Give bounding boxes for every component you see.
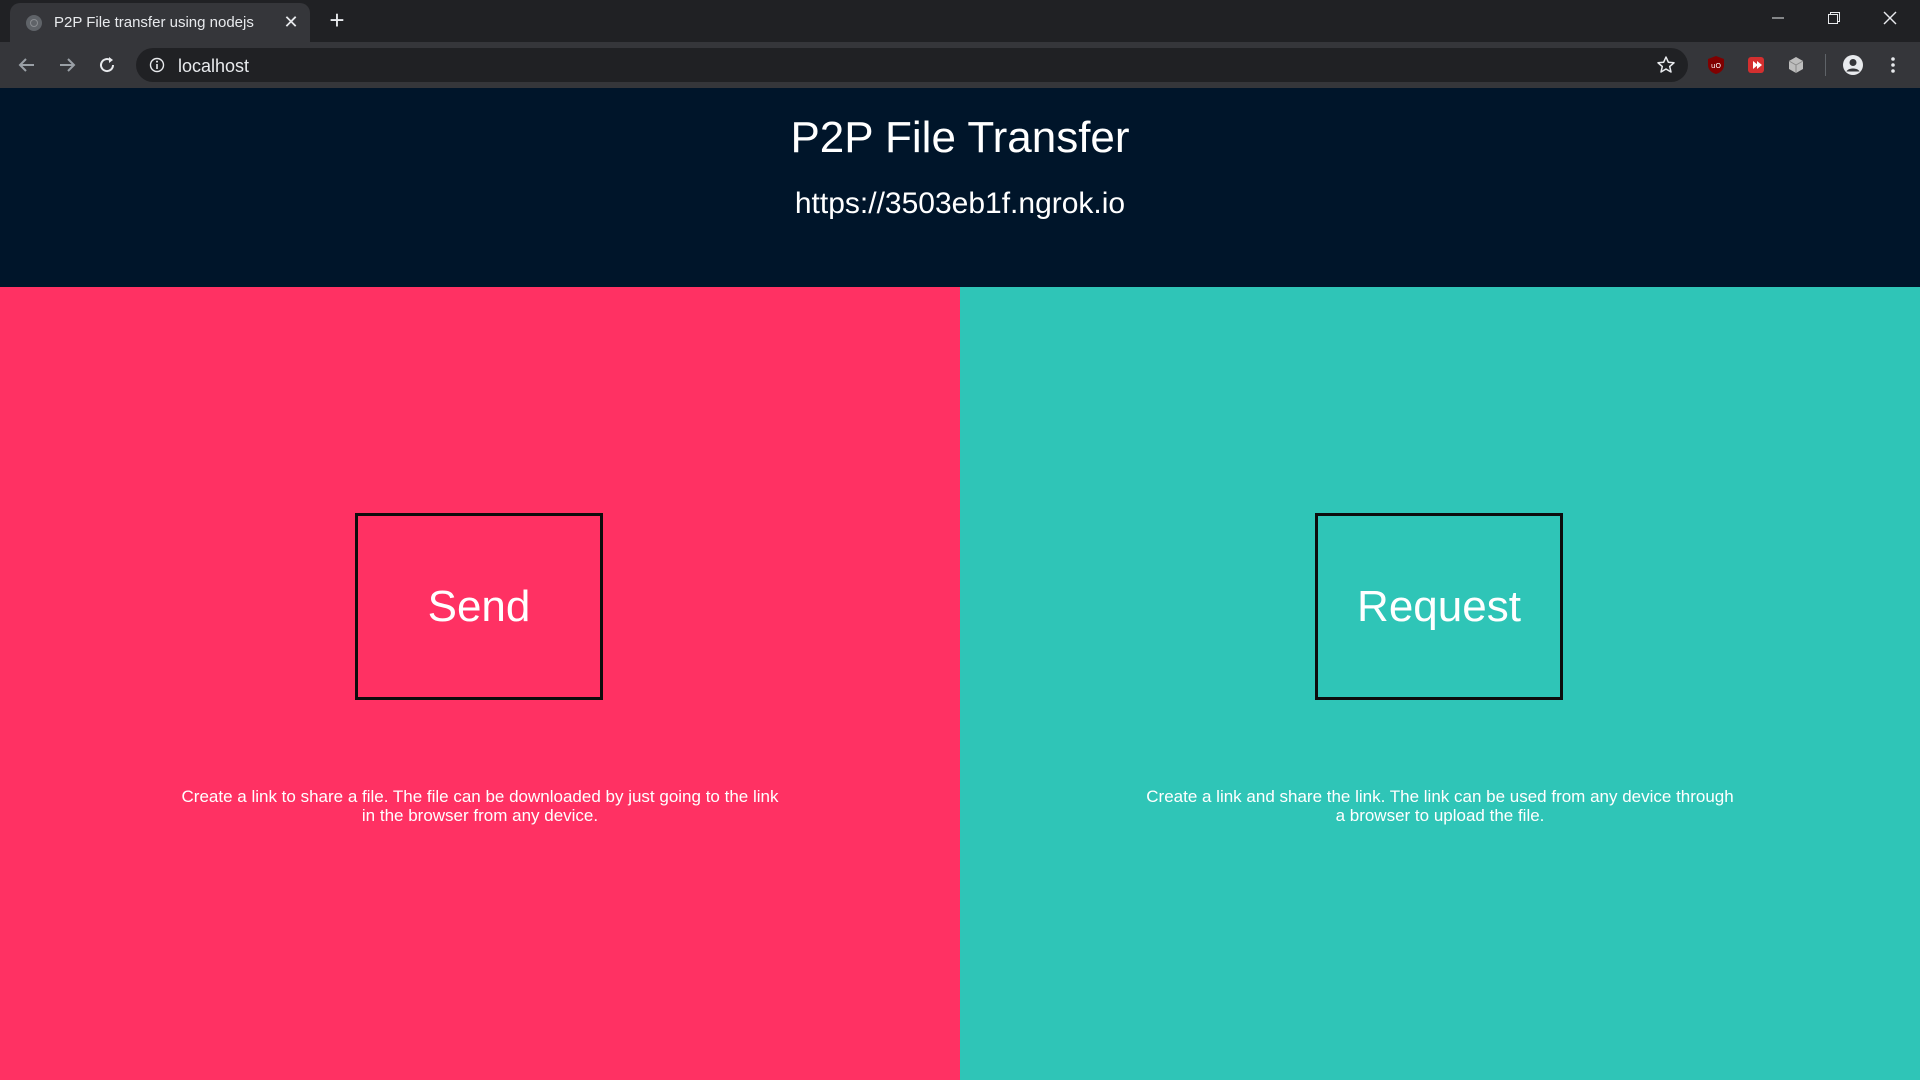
send-panel: Send Create a link to share a file. The … (0, 287, 960, 1080)
cube-extension-icon[interactable] (1785, 54, 1807, 76)
browser-tab[interactable]: P2P File transfer using nodejs ✕ (10, 3, 310, 42)
profile-avatar-icon[interactable] (1842, 54, 1864, 76)
tab-title: P2P File transfer using nodejs (54, 14, 254, 31)
video-extension-icon[interactable] (1745, 54, 1767, 76)
reload-icon[interactable] (94, 52, 120, 78)
minimize-icon[interactable] (1750, 0, 1806, 36)
page-title: P2P File Transfer (790, 113, 1130, 162)
browser-toolbar: localhost uO (0, 42, 1920, 88)
send-description: Create a link to share a file. The file … (181, 787, 779, 825)
share-url: https://3503eb1f.ngrok.io (794, 187, 1126, 220)
request-panel: Request Create a link and share the link… (960, 287, 1920, 1080)
close-window-icon[interactable] (1862, 0, 1918, 36)
url-text[interactable]: localhost (178, 56, 249, 77)
page-header: P2P File Transfer https://3503eb1f.ngrok… (0, 88, 1920, 287)
bookmark-star-icon[interactable] (1656, 55, 1676, 75)
close-tab-icon[interactable]: ✕ (281, 12, 301, 32)
globe-icon (26, 15, 42, 31)
svg-text:uO: uO (1711, 62, 1721, 70)
info-icon[interactable] (149, 57, 165, 73)
page-content: P2P File Transfer https://3503eb1f.ngrok… (0, 88, 1920, 1080)
ublock-extension-icon[interactable]: uO (1705, 54, 1727, 76)
request-description: Create a link and share the link. The li… (1146, 787, 1734, 825)
request-button[interactable]: Request (1315, 513, 1563, 700)
send-button[interactable]: Send (355, 513, 603, 700)
forward-icon[interactable] (54, 52, 80, 78)
tab-strip: P2P File transfer using nodejs ✕ + (0, 0, 1920, 42)
address-bar[interactable]: localhost (136, 48, 1688, 82)
new-tab-icon[interactable]: + (325, 7, 349, 33)
menu-kebab-icon[interactable] (1882, 54, 1904, 76)
restore-icon[interactable] (1806, 0, 1862, 36)
back-icon[interactable] (14, 52, 40, 78)
toolbar-separator (1825, 54, 1826, 76)
